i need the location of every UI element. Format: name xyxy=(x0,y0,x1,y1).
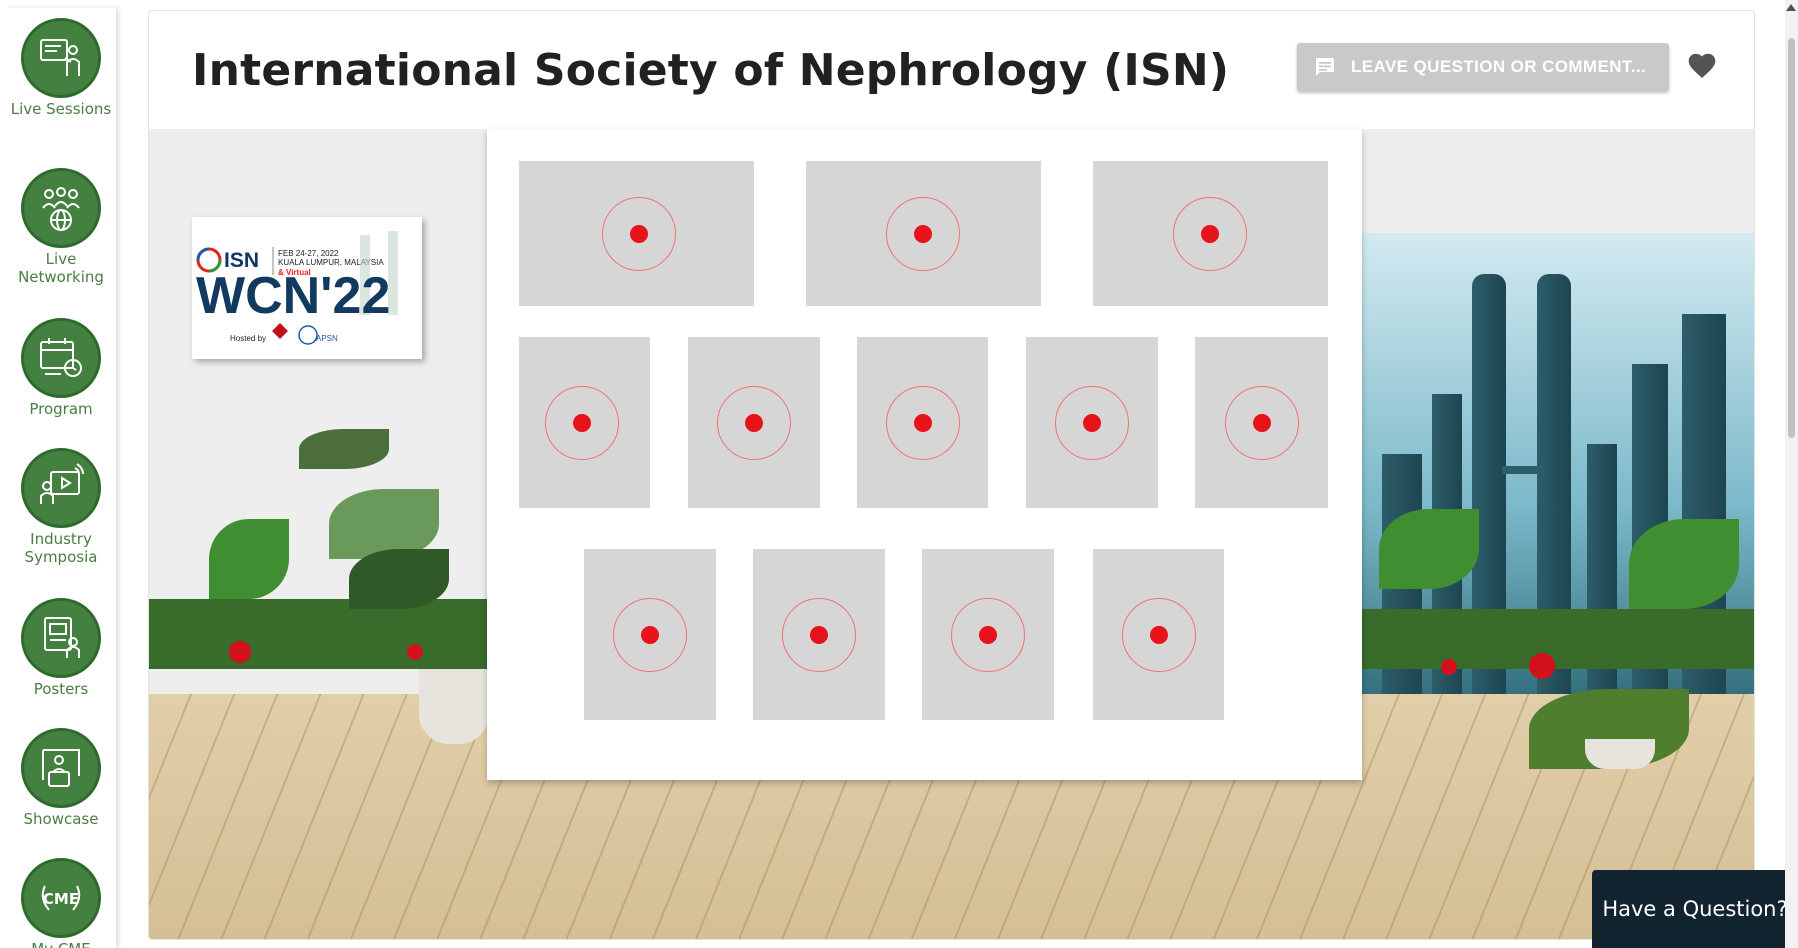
sidebar-item-industry-symposia[interactable]: Industry Symposia xyxy=(6,448,116,566)
poster-slot[interactable] xyxy=(1093,549,1224,720)
sidebar-item-label: Live Sessions xyxy=(10,100,112,118)
video-presentation-icon xyxy=(21,448,101,528)
people-globe-icon xyxy=(21,168,101,248)
heart-icon[interactable] xyxy=(1686,50,1718,82)
poster-slot[interactable] xyxy=(857,337,988,508)
poster-slot[interactable] xyxy=(584,549,716,720)
poster-slot[interactable] xyxy=(519,161,754,306)
poster-slot[interactable] xyxy=(922,549,1054,720)
flower xyxy=(1441,659,1457,675)
poster-board xyxy=(487,129,1362,780)
hotspot-marker[interactable] xyxy=(717,385,791,460)
flower xyxy=(229,641,251,663)
flower xyxy=(407,644,423,660)
hotspot-marker[interactable] xyxy=(885,385,960,460)
comment-icon xyxy=(1316,58,1334,76)
plant-decoration xyxy=(209,519,289,599)
wcn22-logo: ISN FEB 24-27, 2022 KUALA LUMPUR, MALAYS… xyxy=(196,231,398,345)
plant-decoration xyxy=(1379,509,1479,589)
sidebar-item-label: Posters xyxy=(33,680,89,698)
sidebar-item-showcase[interactable]: Showcase xyxy=(6,728,116,828)
sidebar-item-posters[interactable]: Posters xyxy=(6,598,116,698)
hotspot-marker[interactable] xyxy=(1172,196,1247,271)
plant-decoration xyxy=(299,429,389,469)
poster-slot[interactable] xyxy=(806,161,1041,306)
sidebar-item-my-cme[interactable]: CME My CME xyxy=(6,858,116,948)
poster-slot[interactable] xyxy=(1093,161,1328,306)
hotspot-marker[interactable] xyxy=(1224,385,1299,460)
booth-scene: ISN FEB 24-27, 2022 KUALA LUMPUR, MALAYS… xyxy=(149,129,1754,939)
sidebar-item-live-networking[interactable]: Live Networking xyxy=(6,168,116,286)
booth-card: International Society of Nephrology (ISN… xyxy=(148,10,1755,940)
plant-pot xyxy=(1585,739,1655,769)
hotspot-marker[interactable] xyxy=(885,196,960,271)
page-title: International Society of Nephrology (ISN… xyxy=(192,45,1230,96)
sidebar-item-live-sessions[interactable]: Live Sessions xyxy=(6,18,116,118)
scrollbar-thumb[interactable] xyxy=(1788,38,1795,438)
plant-pot xyxy=(419,669,489,744)
sidebar-item-program[interactable]: Program xyxy=(6,318,116,418)
poster-slot[interactable] xyxy=(1195,337,1328,508)
sidebar-item-label: Program xyxy=(29,400,93,418)
poster-slot[interactable] xyxy=(753,549,885,720)
sidebar-item-label: My CME xyxy=(6,940,116,948)
have-a-question-button[interactable]: Have a Question? xyxy=(1592,870,1798,948)
presenter-podium-icon xyxy=(21,728,101,808)
flower xyxy=(1529,653,1555,679)
logo-dates: FEB 24-27, 2022 xyxy=(278,249,339,258)
poster-board-icon xyxy=(21,598,101,678)
cme-badge-text: CME xyxy=(43,890,79,908)
plant-decoration xyxy=(349,549,449,609)
leave-question-label: LEAVE QUESTION OR COMMENT... xyxy=(1351,57,1647,76)
hotspot-marker[interactable] xyxy=(601,196,676,271)
calendar-clock-icon xyxy=(21,318,101,398)
logo-event: WCN'22 xyxy=(196,267,390,325)
plant-decoration xyxy=(1629,519,1739,609)
hotspot-marker[interactable] xyxy=(544,385,619,460)
hotspot-marker[interactable] xyxy=(951,597,1025,672)
hotspot-marker[interactable] xyxy=(613,597,687,672)
logo-host2: APSN xyxy=(316,334,338,343)
sidebar-item-label: Showcase xyxy=(23,810,99,828)
logo-hosted-by: Hosted by xyxy=(230,334,266,343)
laurel-cme-icon: CME xyxy=(21,858,101,938)
scroll-up-arrow-icon[interactable] xyxy=(1786,4,1796,11)
hotspot-marker[interactable] xyxy=(1055,385,1129,460)
hotspot-marker[interactable] xyxy=(1121,597,1196,672)
hedge-left xyxy=(149,599,489,669)
sidebar-item-label: Industry Symposia xyxy=(24,530,98,566)
poster-slot[interactable] xyxy=(688,337,820,508)
poster-slot[interactable] xyxy=(519,337,650,508)
poster-slot[interactable] xyxy=(1026,337,1158,508)
event-logo-card: ISN FEB 24-27, 2022 KUALA LUMPUR, MALAYS… xyxy=(192,217,422,359)
page-scrollbar[interactable] xyxy=(1785,0,1798,948)
presenter-board-icon xyxy=(21,18,101,98)
sidebar-item-label: Live Networking xyxy=(18,250,104,286)
sidebar-nav: Live Sessions Live Networking Program In… xyxy=(6,8,116,948)
hotspot-marker[interactable] xyxy=(782,597,856,672)
have-a-question-label: Have a Question? xyxy=(1602,897,1788,921)
leave-question-button[interactable]: LEAVE QUESTION OR COMMENT... xyxy=(1297,43,1669,91)
hedge-right xyxy=(1362,609,1754,669)
